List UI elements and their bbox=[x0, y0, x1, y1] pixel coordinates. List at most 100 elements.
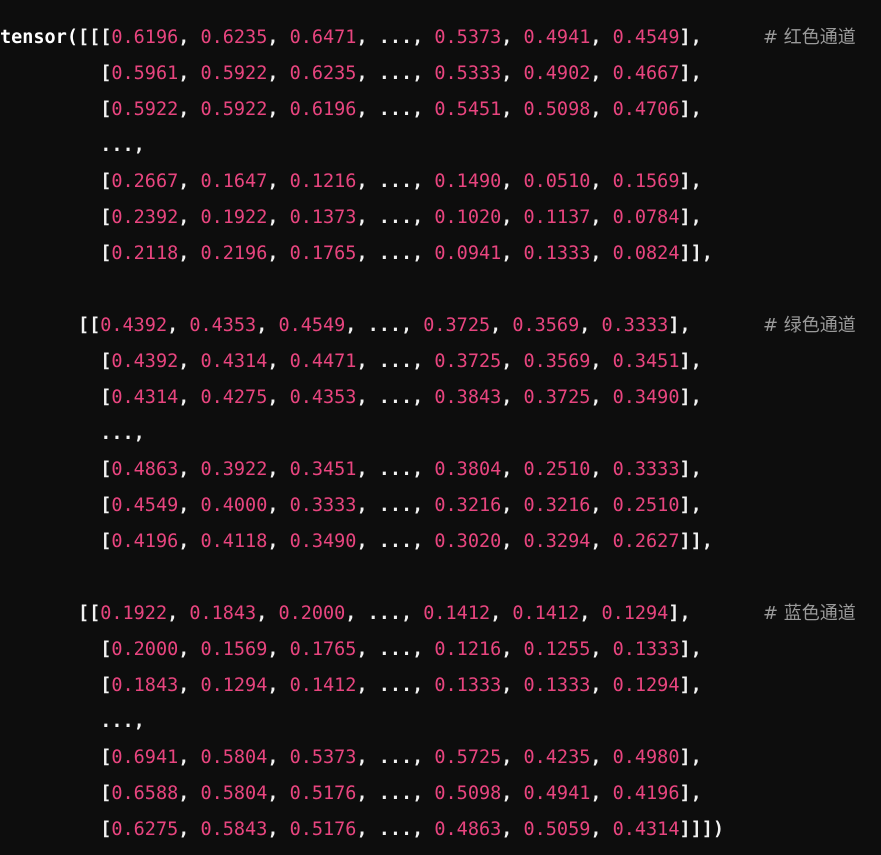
separator: , bbox=[356, 351, 368, 372]
separator: , bbox=[501, 171, 524, 192]
bracket-close: ], bbox=[679, 27, 702, 48]
tensor-value: 0.3725 bbox=[434, 351, 502, 372]
tensor-value: 0.0824 bbox=[612, 243, 680, 264]
bracket: [ bbox=[0, 171, 112, 192]
tensor-value: 0.5804 bbox=[200, 783, 268, 804]
tensor-value: 0.1412 bbox=[289, 675, 357, 696]
ellipsis: ..., bbox=[100, 711, 145, 732]
tensor-value: 0.5804 bbox=[200, 747, 268, 768]
tensor-value: 0.1294 bbox=[200, 675, 268, 696]
code-output-block: tensor([[[0.6196, 0.6235, 0.6471, ..., 0… bbox=[0, 0, 881, 855]
separator: , bbox=[501, 459, 524, 480]
separator: , bbox=[501, 783, 524, 804]
tensor-value: 0.4863 bbox=[111, 459, 179, 480]
tensor-value: 0.5725 bbox=[434, 747, 502, 768]
tensor-row: [0.4549, 0.4000, 0.3333, ..., 0.3216, 0.… bbox=[0, 488, 702, 524]
tensor-value: 0.5922 bbox=[200, 99, 268, 120]
tensor-value: 0.1569 bbox=[200, 639, 268, 660]
tensor-value: 0.4667 bbox=[612, 63, 680, 84]
tensor-value: 0.3451 bbox=[289, 459, 357, 480]
ellipsis: ..., bbox=[367, 783, 435, 804]
tensor-value: 0.4941 bbox=[523, 27, 591, 48]
bracket-close: ], bbox=[679, 747, 702, 768]
tensor-value: 0.3490 bbox=[612, 387, 680, 408]
separator: , bbox=[590, 675, 613, 696]
tensor-value: 0.3804 bbox=[434, 459, 502, 480]
separator: , bbox=[267, 495, 290, 516]
tensor-value: 0.4196 bbox=[612, 783, 680, 804]
ellipsis: ..., bbox=[367, 207, 435, 228]
separator: , bbox=[267, 639, 290, 660]
tensor-value: 0.4196 bbox=[111, 531, 179, 552]
tensor-value: 0.4471 bbox=[289, 351, 357, 372]
tensor-row: [0.6275, 0.5843, 0.5176, ..., 0.4863, 0.… bbox=[0, 812, 724, 848]
tensor-row: [0.4863, 0.3922, 0.3451, ..., 0.3804, 0.… bbox=[0, 452, 702, 488]
tensor-value: 0.1333 bbox=[434, 675, 502, 696]
ellipsis: ..., bbox=[367, 675, 435, 696]
ellipsis: ..., bbox=[367, 639, 435, 660]
tensor-value: 0.4549 bbox=[278, 315, 346, 336]
tensor-value: 0.1216 bbox=[289, 171, 357, 192]
bracket-close: ], bbox=[679, 495, 702, 516]
separator: , bbox=[356, 495, 368, 516]
tensor-value: 0.1647 bbox=[200, 171, 268, 192]
bracket-close: ], bbox=[679, 459, 702, 480]
tensor-value: 0.6471 bbox=[289, 27, 357, 48]
tensor-value: 0.1020 bbox=[434, 207, 502, 228]
ellipsis-row: ..., bbox=[0, 704, 145, 740]
tensor-value: 0.2510 bbox=[612, 495, 680, 516]
tensor-value: 0.5098 bbox=[434, 783, 502, 804]
separator: , bbox=[178, 27, 201, 48]
tensor-value: 0.1294 bbox=[612, 675, 680, 696]
separator: , bbox=[590, 639, 613, 660]
tensor-value: 0.6275 bbox=[111, 819, 179, 840]
separator: , bbox=[356, 459, 368, 480]
tensor-value: 0.3333 bbox=[612, 459, 680, 480]
tensor-row: [0.5961, 0.5922, 0.6235, ..., 0.5333, 0.… bbox=[0, 56, 702, 92]
tensor-value: 0.6941 bbox=[111, 747, 179, 768]
tensor-value: 0.1765 bbox=[289, 639, 357, 660]
separator: , bbox=[178, 639, 201, 660]
tensor-value: 0.4275 bbox=[200, 387, 268, 408]
tensor-value: 0.4392 bbox=[111, 351, 179, 372]
separator: , bbox=[178, 99, 201, 120]
tensor-value: 0.5451 bbox=[434, 99, 502, 120]
separator: , bbox=[267, 171, 290, 192]
bracket-close: ], bbox=[679, 99, 702, 120]
tensor-row: [[0.4392, 0.4353, 0.4549, ..., 0.3725, 0… bbox=[0, 308, 691, 344]
bracket: [ bbox=[0, 675, 112, 696]
tensor-value: 0.4314 bbox=[111, 387, 179, 408]
bracket-close: ], bbox=[668, 603, 691, 624]
separator: , bbox=[178, 207, 201, 228]
tensor-value: 0.5373 bbox=[289, 747, 357, 768]
separator: , bbox=[501, 639, 524, 660]
separator: , bbox=[356, 639, 368, 660]
ellipsis-row: ..., bbox=[0, 128, 145, 164]
tensor-value: 0.3843 bbox=[434, 387, 502, 408]
separator: , bbox=[178, 819, 201, 840]
ellipsis: ..., bbox=[367, 243, 435, 264]
bracket-close: ], bbox=[679, 639, 702, 660]
tensor-value: 0.4353 bbox=[189, 315, 257, 336]
tensor-value: 0.3569 bbox=[523, 351, 591, 372]
separator: , bbox=[356, 747, 368, 768]
separator: , bbox=[590, 27, 613, 48]
ellipsis: ..., bbox=[367, 459, 435, 480]
separator: , bbox=[167, 603, 190, 624]
ellipsis: ..., bbox=[367, 747, 435, 768]
tensor-value: 0.6235 bbox=[289, 63, 357, 84]
separator: , bbox=[356, 207, 368, 228]
separator: , bbox=[590, 243, 613, 264]
bracket: [ bbox=[0, 783, 112, 804]
tensor-value: 0.1216 bbox=[434, 639, 502, 660]
tensor-value: 0.3216 bbox=[523, 495, 591, 516]
ellipsis-row: ..., bbox=[0, 416, 145, 452]
separator: , bbox=[267, 747, 290, 768]
separator: , bbox=[490, 603, 513, 624]
tensor-row: [0.2000, 0.1569, 0.1765, ..., 0.1216, 0.… bbox=[0, 632, 702, 668]
tensor-row: tensor([[[0.6196, 0.6235, 0.6471, ..., 0… bbox=[0, 20, 702, 56]
bracket: [ bbox=[0, 747, 112, 768]
separator: , bbox=[501, 747, 524, 768]
ellipsis: ..., bbox=[356, 315, 424, 336]
separator: , bbox=[590, 171, 613, 192]
